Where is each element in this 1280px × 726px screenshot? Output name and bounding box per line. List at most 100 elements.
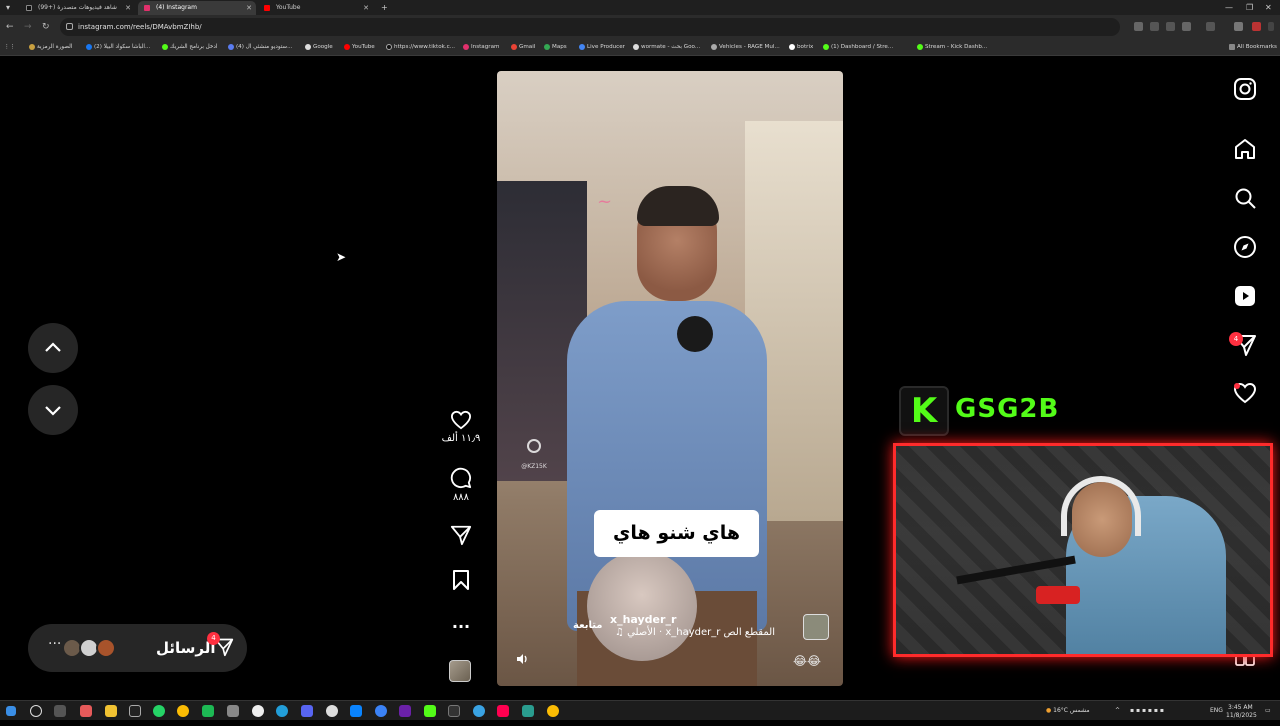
app-icon[interactable] — [375, 705, 387, 717]
back-icon[interactable]: ← — [6, 20, 14, 34]
chevron-down-icon — [45, 406, 61, 416]
comment-button[interactable]: ٨٨٨ — [440, 467, 482, 503]
chrome-icon[interactable] — [547, 705, 559, 717]
nav-messages[interactable]: 4 — [1229, 332, 1259, 359]
discord-icon[interactable] — [301, 705, 313, 717]
close-tab-icon[interactable]: ✕ — [125, 1, 131, 15]
telegram-icon[interactable] — [276, 705, 288, 717]
close-tab-icon[interactable]: ✕ — [363, 1, 369, 15]
weather-widget[interactable]: ● 16°C مشمس — [1046, 701, 1090, 721]
chrome-icon[interactable] — [177, 705, 189, 717]
app-icon[interactable] — [202, 705, 214, 717]
language-indicator[interactable]: ENG — [1210, 701, 1223, 721]
kick-logo: K — [899, 386, 949, 436]
nav-search[interactable] — [1233, 186, 1259, 212]
mute-button[interactable] — [515, 651, 529, 670]
bookmark-item[interactable]: Instagram — [462, 39, 499, 56]
nav-notifications[interactable] — [1233, 382, 1259, 408]
windows-start-icon[interactable] — [6, 706, 16, 716]
streamer-name: GSG2B — [955, 394, 1060, 424]
bookmark-item[interactable]: YouTube — [343, 39, 375, 56]
date[interactable]: 11/8/2025 — [1226, 706, 1257, 726]
bookmark-item[interactable]: (1) Dashboard / Stre... — [822, 39, 893, 56]
app-icon[interactable] — [522, 705, 534, 717]
bookmark-item[interactable]: (2) الباشا سكواد البيلا... — [85, 39, 150, 56]
app-icon[interactable] — [326, 705, 338, 717]
app-icon[interactable] — [129, 705, 141, 717]
bookmark-item[interactable]: wormate - بحث Goo... — [632, 39, 700, 56]
reel-author[interactable]: x_hayder_r — [610, 613, 676, 626]
tab-search-icon[interactable]: ▾ — [6, 0, 10, 15]
tray-icons[interactable]: ▪ ▪ ▪ ▪ ▪ ▪ — [1130, 701, 1164, 721]
tiktok-icon[interactable] — [497, 705, 509, 717]
forward-icon[interactable]: → — [24, 20, 32, 34]
messages-button[interactable]: ··· الرسائل 4 — [28, 624, 247, 672]
extensions-icon[interactable] — [1206, 22, 1215, 31]
all-bookmarks[interactable]: All Bookmarks — [1228, 39, 1277, 56]
save-button[interactable] — [440, 569, 482, 591]
bookmark-star-icon[interactable] — [1182, 22, 1191, 31]
tab-youtube[interactable]: YouTube ✕ — [258, 1, 373, 15]
audio-avatar[interactable] — [803, 614, 829, 640]
apps-icon[interactable]: ⋮⋮ — [4, 39, 15, 56]
bookmark-item[interactable]: Vehicles - RAGE Mul... — [710, 39, 780, 56]
next-reel-button[interactable] — [28, 385, 78, 435]
app-icon[interactable] — [350, 705, 362, 717]
more-options-button[interactable]: ··· — [440, 617, 482, 636]
avatar[interactable] — [1252, 22, 1261, 31]
nav-reels[interactable] — [1233, 284, 1259, 310]
reels-icon — [1235, 286, 1255, 306]
tab-title: YouTube — [276, 4, 301, 11]
address-bar[interactable]: instagram.com/reels/DMAvbmZIhb/ — [60, 18, 1120, 36]
site-info-icon[interactable] — [66, 23, 73, 30]
follow-button[interactable]: متابعة — [573, 620, 603, 631]
previous-reel-button[interactable] — [28, 323, 78, 373]
app-icon[interactable] — [448, 705, 460, 717]
folder-icon[interactable] — [105, 705, 117, 717]
new-tab-icon[interactable]: + — [381, 0, 388, 15]
bookmark-item[interactable]: ادخل برنامج الشريك — [161, 39, 217, 56]
task-view-icon[interactable] — [54, 705, 66, 717]
app-icon[interactable] — [80, 705, 92, 717]
bookmark-item[interactable]: Gmail — [510, 39, 535, 56]
app-icon[interactable] — [252, 705, 264, 717]
reel-video[interactable]: ~ @KZ15K هاي شنو هاي x_hayder_r متابعة ♫… — [497, 71, 843, 686]
like-button[interactable]: ١١٫٩ ألف — [440, 410, 482, 444]
instagram-logo[interactable] — [1233, 77, 1259, 103]
bookmark-item[interactable]: (4) ستوديو منشئي ال... — [227, 39, 292, 56]
maximize-icon[interactable]: ❐ — [1246, 0, 1253, 15]
app-icon[interactable] — [424, 705, 436, 717]
zoom-icon[interactable] — [1150, 22, 1159, 31]
cast-icon[interactable] — [1166, 22, 1175, 31]
bookmark-item[interactable]: Google — [304, 39, 333, 56]
reel-audio-label[interactable]: ♫ الأصلي · x_hayder_r المقطع الص — [615, 627, 775, 638]
app-icon[interactable] — [227, 705, 239, 717]
translate-icon[interactable] — [1134, 22, 1143, 31]
bookmark-item[interactable]: Live Producer — [578, 39, 625, 56]
share-button[interactable] — [440, 524, 482, 546]
tray-chevron-icon[interactable]: ^ — [1115, 701, 1120, 721]
tab-trending-videos[interactable]: (99+) شاهد فيديوهات متصدرة ✕ — [20, 1, 135, 15]
bookmark-item[interactable]: Stream - Kick Dashb... — [916, 39, 987, 56]
search-icon[interactable] — [30, 705, 42, 717]
nav-explore[interactable] — [1233, 235, 1259, 261]
bookmark-item[interactable]: Maps — [543, 39, 567, 56]
close-window-icon[interactable]: ✕ — [1265, 0, 1272, 15]
bookmark-item[interactable]: الصورة الرمزية — [28, 39, 72, 56]
video-microphone — [677, 316, 713, 352]
minimize-icon[interactable]: — — [1225, 0, 1233, 15]
bookmark-item[interactable]: https://www.tiktok.c... — [385, 39, 455, 56]
tab-instagram[interactable]: (4) Instagram ✕ — [138, 1, 256, 15]
whatsapp-icon[interactable] — [153, 705, 165, 717]
app-icon[interactable] — [473, 705, 485, 717]
menu-icon[interactable] — [1268, 22, 1274, 31]
nav-home[interactable] — [1233, 137, 1259, 163]
reload-icon[interactable]: ↻ — [42, 20, 50, 34]
comment-count: ٨٨٨ — [452, 492, 470, 503]
bookmark-item[interactable]: botrix — [788, 39, 813, 56]
original-audio-thumbnail[interactable] — [449, 660, 471, 682]
premiere-icon[interactable] — [399, 705, 411, 717]
profile-icon[interactable] — [1234, 22, 1243, 31]
notification-icon[interactable]: ▭ — [1265, 701, 1271, 721]
close-tab-icon[interactable]: ✕ — [246, 1, 252, 15]
